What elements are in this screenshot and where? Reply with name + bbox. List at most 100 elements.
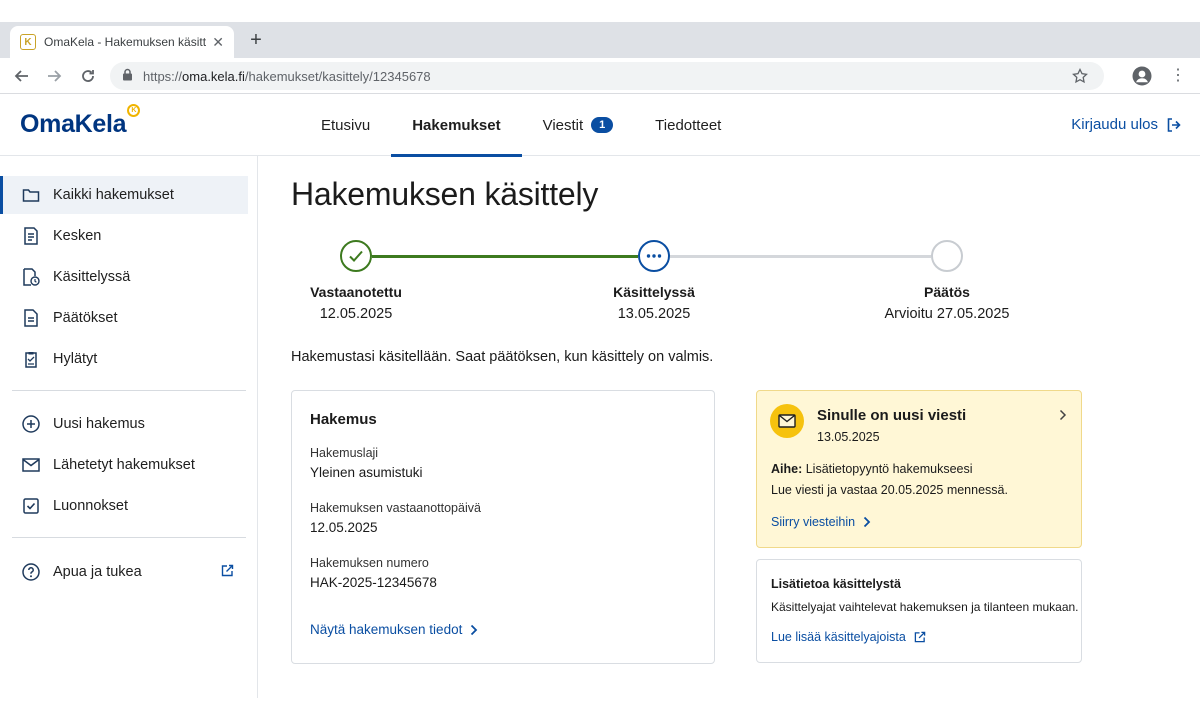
document-clock-icon (22, 268, 40, 286)
sidebar: Kaikki hakemukset Kesken Käsittelyssä Pä… (0, 156, 258, 698)
sidebar-item-label: Kaikki hakemukset (53, 187, 174, 203)
ellipsis-icon (646, 254, 662, 258)
nav-hakemukset[interactable]: Hakemukset (391, 94, 522, 157)
application-card: Hakemus Hakemuslaji Yleinen asumistuki H… (291, 390, 715, 664)
browser-menu-icon[interactable]: ⋮ (1170, 66, 1186, 86)
message-date: 13.05.2025 (817, 430, 880, 444)
nav-label: Tiedotteet (655, 116, 722, 134)
message-body: Lue viesti ja vastaa 20.05.2025 mennessä… (771, 483, 1008, 497)
sidebar-item-sent-applications[interactable]: Lähetetyt hakemukset (0, 446, 248, 484)
nav-label: Hakemukset (412, 116, 501, 134)
link-label: Näytä hakemuksen tiedot (310, 622, 463, 637)
step-received-date: 12.05.2025 (319, 306, 393, 322)
browser-window: K OmaKela - Hakemuksen käsittely ✕ + htt… (0, 22, 1200, 698)
kela-favicon-icon: K (20, 34, 36, 50)
close-tab-icon[interactable]: ✕ (212, 34, 224, 51)
progress-line-done (372, 255, 638, 258)
url-prefix: https:// (143, 68, 183, 84)
progress-line-pending (670, 255, 931, 258)
chevron-right-icon (863, 516, 871, 528)
sidebar-item-label: Apua ja tukea (53, 564, 142, 580)
sidebar-item-label: Päätökset (53, 310, 118, 326)
check-icon (349, 250, 363, 262)
sidebar-item-in-progress[interactable]: Kesken (0, 217, 248, 255)
field-value: HAK-2025-12345678 (310, 575, 437, 590)
new-message-card[interactable]: Sinulle on uusi viesti 13.05.2025 Aihe: … (756, 390, 1082, 548)
sidebar-item-processing[interactable]: Käsittelyssä (0, 258, 248, 296)
step-decision-marker (931, 240, 963, 272)
tab-title: OmaKela - Hakemuksen käsittely (44, 35, 207, 49)
show-application-details-link[interactable]: Näytä hakemuksen tiedot (310, 622, 478, 637)
step-received-marker (340, 240, 372, 272)
message-subject-label: Aihe: (771, 462, 803, 476)
logout-link[interactable]: Kirjaudu ulos (1071, 116, 1182, 133)
profile-avatar-icon[interactable] (1132, 66, 1152, 86)
nav-label: Etusivu (321, 116, 371, 134)
checkbox-icon (22, 497, 40, 515)
message-title: Sinulle on uusi viesti (817, 407, 967, 424)
sidebar-item-label: Käsittelyssä (53, 269, 131, 285)
field-value: 12.05.2025 (310, 520, 378, 535)
external-link-icon (221, 564, 234, 581)
lock-icon (122, 68, 133, 84)
step-decision-date: Arvioitu 27.05.2025 (884, 306, 1010, 322)
document-icon (22, 309, 40, 327)
sidebar-item-decisions[interactable]: Päätökset (0, 299, 248, 337)
tab-strip: K OmaKela - Hakemuksen käsittely ✕ + (0, 22, 1200, 58)
step-processing-label: Käsittelyssä (613, 284, 695, 300)
go-to-messages-link[interactable]: Siirry viesteihin (771, 515, 871, 529)
reload-button[interactable] (76, 64, 100, 88)
field-label: Hakemuksen numero (310, 556, 429, 570)
sidebar-divider (12, 537, 246, 538)
sidebar-item-drafts[interactable]: Luonnokset (0, 487, 248, 525)
processing-info-card: Lisätietoa käsittelystä Käsittelyajat va… (756, 559, 1082, 663)
sidebar-item-help[interactable]: Apua ja tukea (0, 553, 248, 591)
back-button[interactable] (10, 64, 34, 88)
browser-tab[interactable]: K OmaKela - Hakemuksen käsittely ✕ (10, 26, 234, 58)
status-text: Hakemustasi käsitellään. Saat päätöksen,… (291, 349, 714, 365)
unread-count-badge: 1 (591, 117, 614, 133)
message-subject: Lisätietopyyntö hakemukseesi (805, 462, 973, 476)
nav-viestit[interactable]: Viestit 1 (522, 94, 635, 156)
plus-circle-icon (22, 415, 40, 433)
step-decision-label: Päätös (924, 284, 970, 300)
arrow-right-icon (48, 70, 62, 82)
address-bar[interactable]: https://oma.kela.fi/hakemukset/kasittely… (110, 62, 1104, 90)
bookmark-star-icon[interactable] (1072, 67, 1088, 89)
logo-text: OmaKela (20, 110, 127, 138)
envelope-icon (22, 456, 40, 474)
nav-etusivu[interactable]: Etusivu (300, 94, 391, 156)
link-label: Siirry viesteihin (771, 515, 856, 529)
sidebar-item-label: Kesken (53, 228, 102, 244)
sidebar-item-all-applications[interactable]: Kaikki hakemukset (0, 176, 248, 214)
info-body: Käsittelyajat vaihtelevat hakemuksen ja … (771, 600, 1079, 614)
reload-icon (82, 70, 94, 82)
processing-times-link[interactable]: Lue lisää käsittelyajoista (771, 630, 926, 644)
logo-mark-icon: K (127, 104, 141, 117)
nav-tiedotteet[interactable]: Tiedotteet (634, 94, 742, 156)
link-label: Lue lisää käsittelyajoista (771, 630, 906, 644)
logout-label: Kirjaudu ulos (1071, 116, 1158, 133)
sidebar-item-label: Luonnokset (53, 498, 128, 514)
sidebar-item-label: Uusi hakemus (53, 416, 145, 432)
envelope-icon (770, 404, 804, 438)
sidebar-item-rejected[interactable]: Hylätyt (0, 340, 248, 378)
forward-button[interactable] (42, 64, 66, 88)
folder-icon (22, 186, 40, 204)
arrow-left-icon (14, 70, 28, 82)
sidebar-item-new-application[interactable]: Uusi hakemus (0, 405, 248, 443)
external-link-icon (914, 631, 926, 643)
omakela-logo[interactable]: OmaKela K (20, 104, 141, 139)
nav-label: Viestit (542, 116, 584, 134)
app-header: OmaKela K Etusivu Hakemukset Viestit 1 Ti… (0, 94, 1200, 157)
chevron-right-icon (1059, 408, 1067, 426)
url-host: oma.kela.fi (182, 68, 245, 84)
url-path: /hakemukset/kasittely/12345678 (244, 68, 431, 84)
step-received-label: Vastaanotettu (310, 284, 402, 300)
message-subject-row: Aihe: Lisätietopyyntö hakemukseesi (771, 462, 973, 476)
new-tab-button[interactable]: + (244, 28, 268, 52)
sidebar-divider (12, 390, 246, 391)
step-processing-marker (638, 240, 670, 272)
logout-icon (1167, 117, 1181, 132)
page-title: Hakemuksen käsittely (291, 176, 599, 212)
